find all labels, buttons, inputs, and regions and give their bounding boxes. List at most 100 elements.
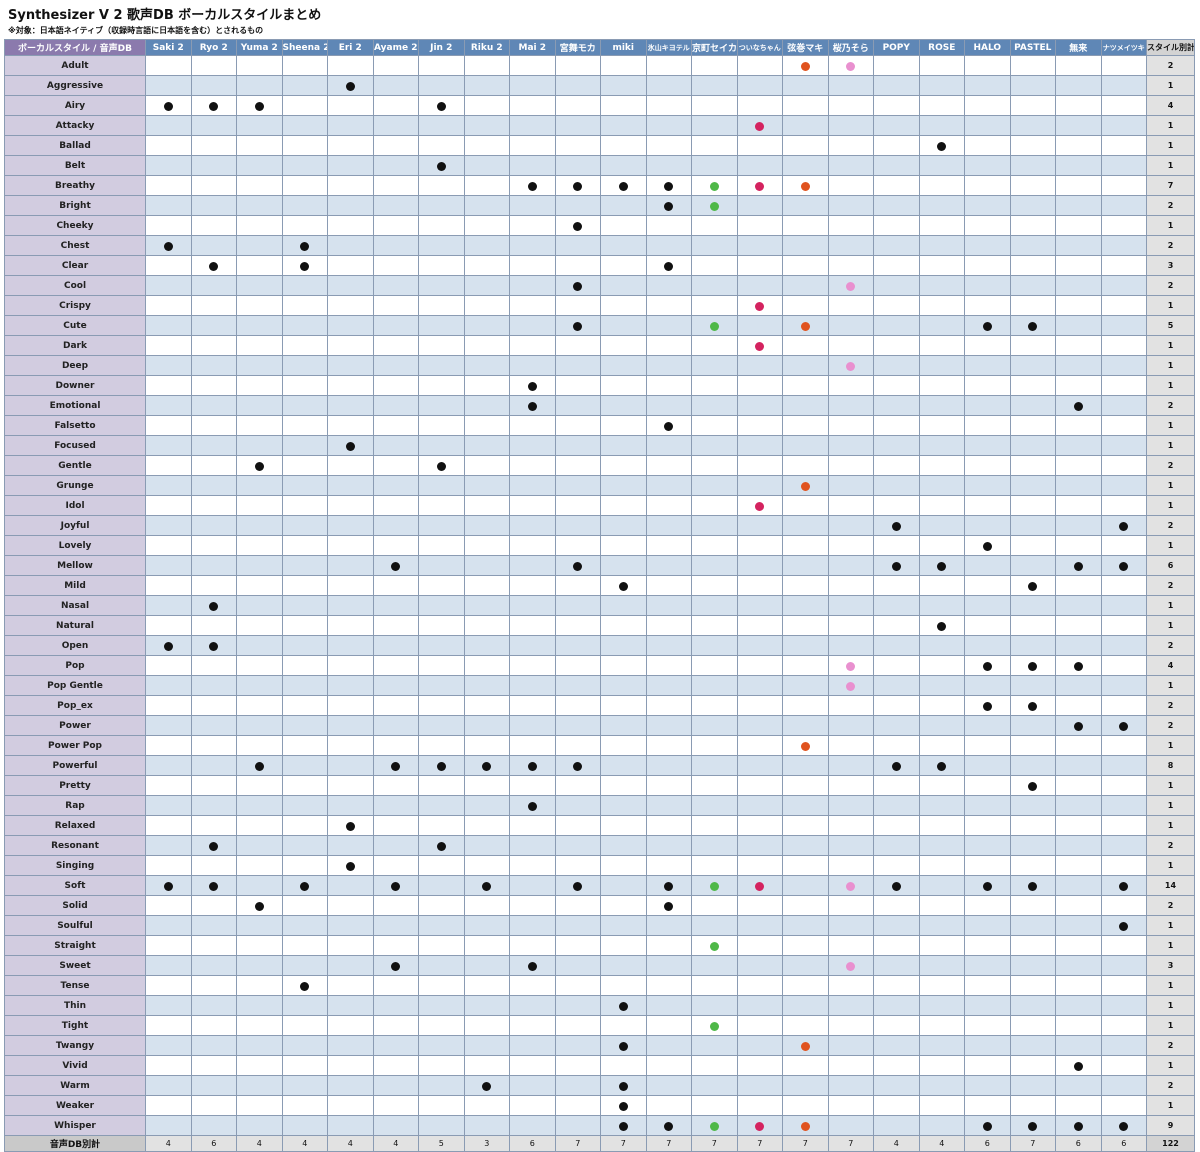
matrix-cell (372, 1075, 419, 1096)
matrix-cell (1055, 515, 1102, 536)
matrix-cell (827, 75, 874, 96)
matrix-cell (918, 235, 965, 256)
matrix-cell (1100, 155, 1147, 176)
style-dot-icon (345, 442, 355, 451)
style-label: Idol (4, 495, 146, 516)
matrix-cell (418, 75, 465, 96)
matrix-cell (236, 635, 283, 656)
matrix-cell (600, 895, 647, 916)
matrix-cell (554, 675, 601, 696)
matrix-cell (691, 375, 738, 396)
matrix-cell (782, 775, 829, 796)
style-label: Clear (4, 255, 146, 276)
matrix-cell (873, 415, 920, 436)
matrix-cell (736, 235, 783, 256)
matrix-cell (145, 1095, 192, 1116)
matrix-cell (736, 115, 783, 136)
matrix-cell (372, 875, 419, 896)
matrix-cell (327, 255, 374, 276)
style-label: Lovely (4, 535, 146, 556)
matrix-cell (1009, 195, 1056, 216)
matrix-cell (236, 535, 283, 556)
matrix-cell (600, 495, 647, 516)
style-dot-icon (1028, 322, 1038, 331)
style-dot-icon (163, 642, 173, 651)
style-dot-icon (209, 642, 219, 651)
matrix-cell (1009, 595, 1056, 616)
style-label: Straight (4, 935, 146, 956)
matrix-cell (145, 215, 192, 236)
matrix-cell (645, 195, 692, 216)
matrix-cell (691, 495, 738, 516)
style-dot-icon (527, 762, 537, 771)
matrix-cell (145, 75, 192, 96)
matrix-cell (554, 1055, 601, 1076)
matrix-cell (782, 575, 829, 596)
matrix-cell (736, 715, 783, 736)
matrix-cell (873, 215, 920, 236)
matrix-cell (145, 595, 192, 616)
style-dot-icon (436, 762, 446, 771)
matrix-cell (827, 755, 874, 776)
matrix-cell (281, 155, 328, 176)
matrix-cell (873, 1015, 920, 1036)
matrix-cell (964, 575, 1011, 596)
voicebank-total: 7 (782, 1135, 829, 1152)
matrix-cell (600, 555, 647, 576)
matrix-cell (918, 75, 965, 96)
matrix-cell (964, 435, 1011, 456)
matrix-cell (145, 1075, 192, 1096)
matrix-cell (1009, 515, 1056, 536)
matrix-cell (418, 655, 465, 676)
matrix-cell (964, 1035, 1011, 1056)
style-label: Soulful (4, 915, 146, 936)
matrix-cell (145, 995, 192, 1016)
matrix-cell (736, 655, 783, 676)
matrix-cell (827, 535, 874, 556)
matrix-cell (691, 155, 738, 176)
matrix-cell (873, 455, 920, 476)
matrix-cell (782, 255, 829, 276)
matrix-cell (418, 755, 465, 776)
style-total: 1 (1146, 295, 1195, 316)
matrix-cell (509, 895, 556, 916)
style-dot-icon (664, 882, 674, 891)
matrix-cell (509, 395, 556, 416)
style-dot-icon (391, 882, 401, 891)
matrix-cell (236, 495, 283, 516)
matrix-cell (873, 935, 920, 956)
matrix-cell (691, 215, 738, 236)
table-row: Lovely 1 (4, 535, 1195, 556)
matrix-cell (463, 895, 510, 916)
matrix-cell (873, 1075, 920, 1096)
matrix-cell (236, 415, 283, 436)
matrix-cell (827, 795, 874, 816)
voicebank-total-label: 音声DB別計 (4, 1135, 146, 1152)
matrix-cell (964, 115, 1011, 136)
footer-row: 音声DB別計 4 6 4 4 4 4 5 3 6 7 7 7 7 7 7 7 4 4 6 7 6 6 122 (4, 1135, 1195, 1152)
matrix-cell (1055, 115, 1102, 136)
matrix-cell (145, 815, 192, 836)
matrix-cell (372, 895, 419, 916)
matrix-cell (600, 815, 647, 836)
matrix-cell (554, 975, 601, 996)
matrix-cell (190, 375, 237, 396)
matrix-cell (1055, 635, 1102, 656)
matrix-cell (1100, 275, 1147, 296)
matrix-cell (1055, 595, 1102, 616)
matrix-cell (691, 335, 738, 356)
matrix-cell (463, 335, 510, 356)
table-row: Open 2 (4, 635, 1195, 656)
matrix-cell (1100, 235, 1147, 256)
table-row: Natural 1 (4, 615, 1195, 636)
matrix-cell (463, 375, 510, 396)
style-dot-icon (1119, 882, 1129, 891)
matrix-cell (918, 175, 965, 196)
matrix-cell (236, 95, 283, 116)
matrix-cell (827, 1095, 874, 1116)
matrix-cell (145, 255, 192, 276)
matrix-cell (327, 1035, 374, 1056)
matrix-cell (372, 635, 419, 656)
matrix-cell (1009, 275, 1056, 296)
matrix-cell (418, 1055, 465, 1076)
